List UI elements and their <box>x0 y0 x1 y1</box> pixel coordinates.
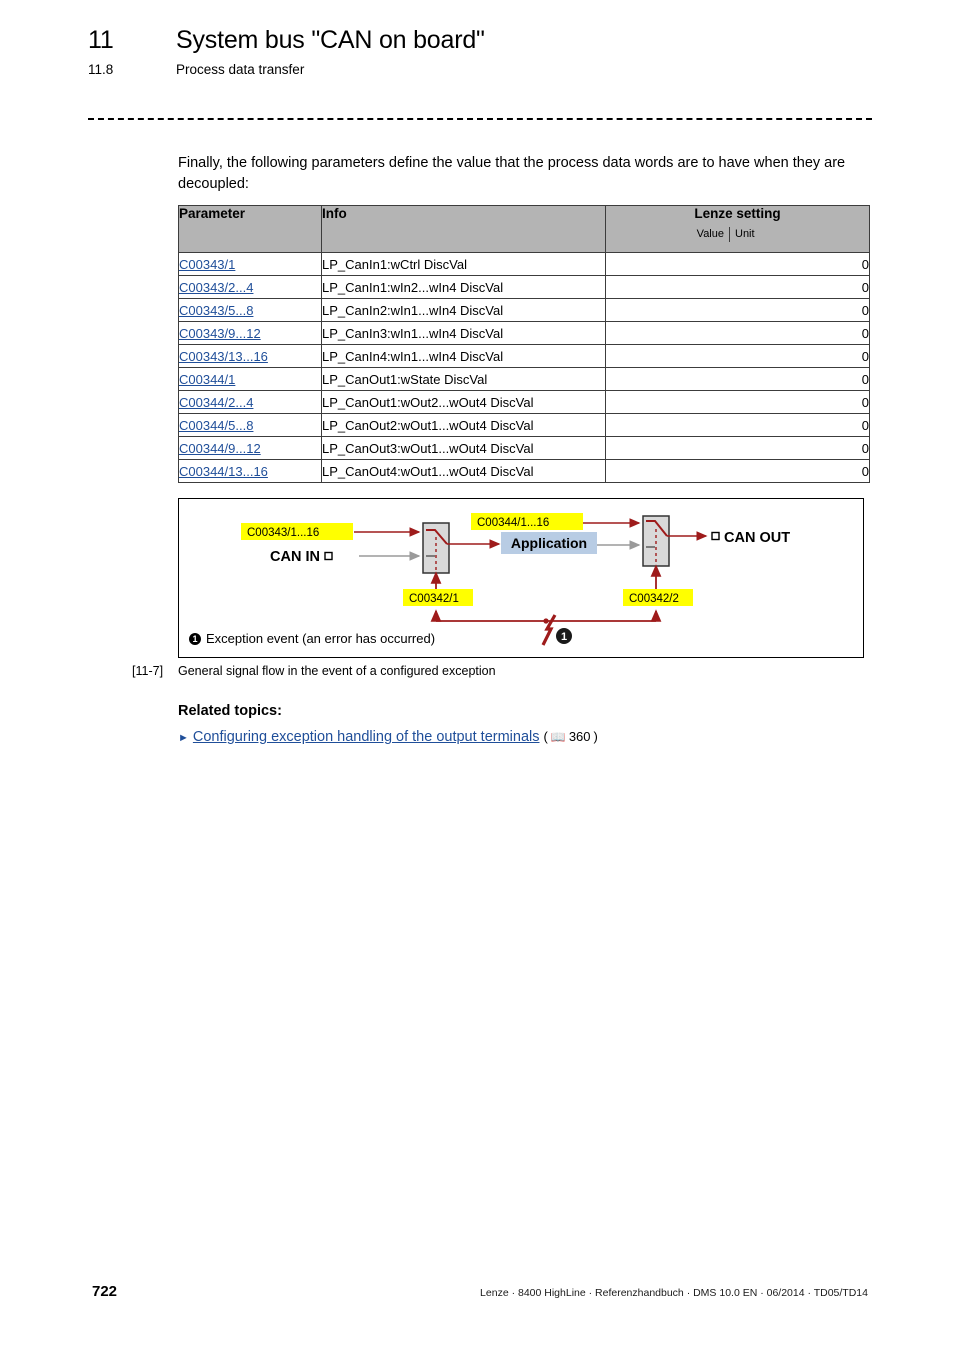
chapter-heading: 11 System bus "CAN on board" <box>88 26 878 55</box>
signal-flow-diagram: Application 1 C00343/1...16 C00344/1...1… <box>178 498 864 658</box>
section-title: Process data transfer <box>176 62 305 77</box>
table-row: C00344/2...4 LP_CanOut1:wOut2...wOut4 Dis… <box>178 390 870 414</box>
header-divider <box>88 118 872 120</box>
cell-info: LP_CanIn3:wIn1...wIn4 DiscVal <box>321 321 606 345</box>
footer-document-info: Lenze · 8400 HighLine · Referenzhandbuch… <box>480 1287 868 1299</box>
column-header-info: Info <box>321 205 606 253</box>
table-header-row: Parameter Info Lenze setting Value Unit <box>178 205 870 253</box>
table-row: C00344/1 LP_CanOut1:wState DiscVal 0 <box>178 367 870 391</box>
cell-parameter: C00344/1 <box>178 367 322 391</box>
can-in-terminal-square <box>324 551 333 561</box>
related-topics-list: ► Configuring exception handling of the … <box>178 729 598 745</box>
cell-info: LP_CanIn4:wIn1...wIn4 DiscVal <box>321 344 606 368</box>
table-row: C00344/9...12 LP_CanOut3:wOut1...wOut4 Di… <box>178 436 870 460</box>
cell-info: LP_CanOut2:wOut1...wOut4 DiscVal <box>321 413 606 437</box>
cell-info: LP_CanOut1:wState DiscVal <box>321 367 606 391</box>
book-icon: 📖 <box>550 729 566 744</box>
chapter-title: System bus "CAN on board" <box>176 26 485 54</box>
column-header-lenze-setting: Lenze setting Value Unit <box>605 205 870 253</box>
cell-value: 0 <box>605 275 870 299</box>
cell-value: 0 <box>605 298 870 322</box>
cell-value: 0 <box>605 413 870 437</box>
table-row: C00344/13...16 LP_CanOut4:wOut1...wOut4 D… <box>178 459 870 483</box>
page-reference-number: 360 <box>568 729 591 744</box>
table-row: C00343/1 LP_CanIn1:wCtrl DiscVal 0 <box>178 252 870 276</box>
cell-info: LP_CanOut4:wOut1...wOut4 DiscVal <box>321 459 606 483</box>
column-header-parameter: Parameter <box>178 205 322 253</box>
parameter-link[interactable]: C00343/1 <box>179 257 235 272</box>
param-in-label: C00343/1...16 <box>247 527 319 539</box>
parameter-link[interactable]: C00344/2...4 <box>179 395 253 410</box>
cell-info: LP_CanIn1:wIn2...wIn4 DiscVal <box>321 275 606 299</box>
related-topics-title: Related topics: <box>178 703 282 719</box>
parameter-link[interactable]: C00343/2...4 <box>179 280 253 295</box>
application-label: Application <box>511 535 587 551</box>
lenze-setting-label: Lenze setting <box>694 206 781 221</box>
column-header-value: Value <box>606 227 730 242</box>
column-header-unit: Unit <box>735 228 755 240</box>
parameter-table: Parameter Info Lenze setting Value Unit … <box>178 205 870 483</box>
cell-info: LP_CanOut1:wOut2...wOut4 DiscVal <box>321 390 606 414</box>
figure-caption: [11-7] General signal flow in the event … <box>132 664 832 678</box>
exception-marker-number: 1 <box>561 631 567 643</box>
can-out-terminal-square <box>711 531 720 541</box>
table-row: C00343/5...8 LP_CanIn2:wIn1...wIn4 DiscVa… <box>178 298 870 322</box>
related-topic-link[interactable]: Configuring exception handling of the ou… <box>193 729 540 745</box>
table-row: C00343/9...12 LP_CanIn3:wIn1...wIn4 DiscV… <box>178 321 870 345</box>
parameter-link[interactable]: C00343/5...8 <box>179 303 253 318</box>
parameter-link[interactable]: C00343/9...12 <box>179 326 261 341</box>
intro-paragraph: Finally, the following parameters define… <box>178 155 846 192</box>
lenze-subheaders: Value Unit <box>606 226 869 242</box>
cell-value: 0 <box>605 344 870 368</box>
table-body: C00343/1 LP_CanIn1:wCtrl DiscVal 0 C00343/2… <box>178 252 870 483</box>
parameter-link[interactable]: C00344/13...16 <box>179 464 268 479</box>
section-number: 11.8 <box>88 62 114 77</box>
table-head: Parameter Info Lenze setting Value Unit <box>178 205 870 253</box>
can-in-label: CAN IN <box>270 549 320 565</box>
param-switch-out-label: C00342/2 <box>629 593 679 605</box>
page-reference: (📖 360) <box>543 729 598 744</box>
exception-bus-junction <box>543 618 549 624</box>
table-row: C00343/2...4 LP_CanIn1:wIn2...wIn4 DiscVa… <box>178 275 870 299</box>
parameter-link[interactable]: C00344/9...12 <box>179 441 261 456</box>
table-row: C00344/5...8 LP_CanOut2:wOut1...wOut4 Dis… <box>178 413 870 437</box>
cell-parameter: C00344/13...16 <box>178 459 322 483</box>
cell-parameter: C00343/5...8 <box>178 298 322 322</box>
section-heading: 11.8 Process data transfer <box>88 62 878 77</box>
cell-parameter: C00344/2...4 <box>178 390 322 414</box>
cell-info: LP_CanIn1:wCtrl DiscVal <box>321 252 606 276</box>
cell-value: 0 <box>605 321 870 345</box>
triangle-bullet-icon: ► <box>178 732 189 744</box>
cell-value: 0 <box>605 367 870 391</box>
cell-parameter: C00344/5...8 <box>178 413 322 437</box>
cell-parameter: C00343/1 <box>178 252 322 276</box>
cell-parameter: C00343/13...16 <box>178 344 322 368</box>
cell-parameter: C00343/2...4 <box>178 275 322 299</box>
cell-value: 0 <box>605 436 870 460</box>
table-row: C00343/13...16 LP_CanIn4:wIn1...wIn4 Disc… <box>178 344 870 368</box>
param-out-label: C00344/1...16 <box>477 517 549 529</box>
footer-page-number: 722 <box>92 1283 118 1300</box>
cell-value: 0 <box>605 390 870 414</box>
figure-caption-number: [11-7] <box>132 664 164 678</box>
figure-legend: 1 Exception event (an error has occurred… <box>189 631 435 646</box>
can-out-label: CAN OUT <box>724 530 790 546</box>
page-header: 11 System bus "CAN on board" 11.8 Proces… <box>88 26 878 77</box>
legend-text: Exception event (an error has occurred) <box>206 631 436 646</box>
figure-caption-text: General signal flow in the event of a co… <box>178 664 496 678</box>
cell-parameter: C00344/9...12 <box>178 436 322 460</box>
parameter-link[interactable]: C00343/13...16 <box>179 349 268 364</box>
cell-info: LP_CanOut3:wOut1...wOut4 DiscVal <box>321 436 606 460</box>
chapter-number: 11 <box>88 26 114 54</box>
cell-info: LP_CanIn2:wIn1...wIn4 DiscVal <box>321 298 606 322</box>
param-switch-in-label: C00342/1 <box>409 593 459 605</box>
parameter-link[interactable]: C00344/1 <box>179 372 235 387</box>
parameter-link[interactable]: C00344/5...8 <box>179 418 253 433</box>
cell-parameter: C00343/9...12 <box>178 321 322 345</box>
cell-value: 0 <box>605 252 870 276</box>
legend-marker-badge: 1 <box>189 632 201 645</box>
cell-value: 0 <box>605 459 870 483</box>
